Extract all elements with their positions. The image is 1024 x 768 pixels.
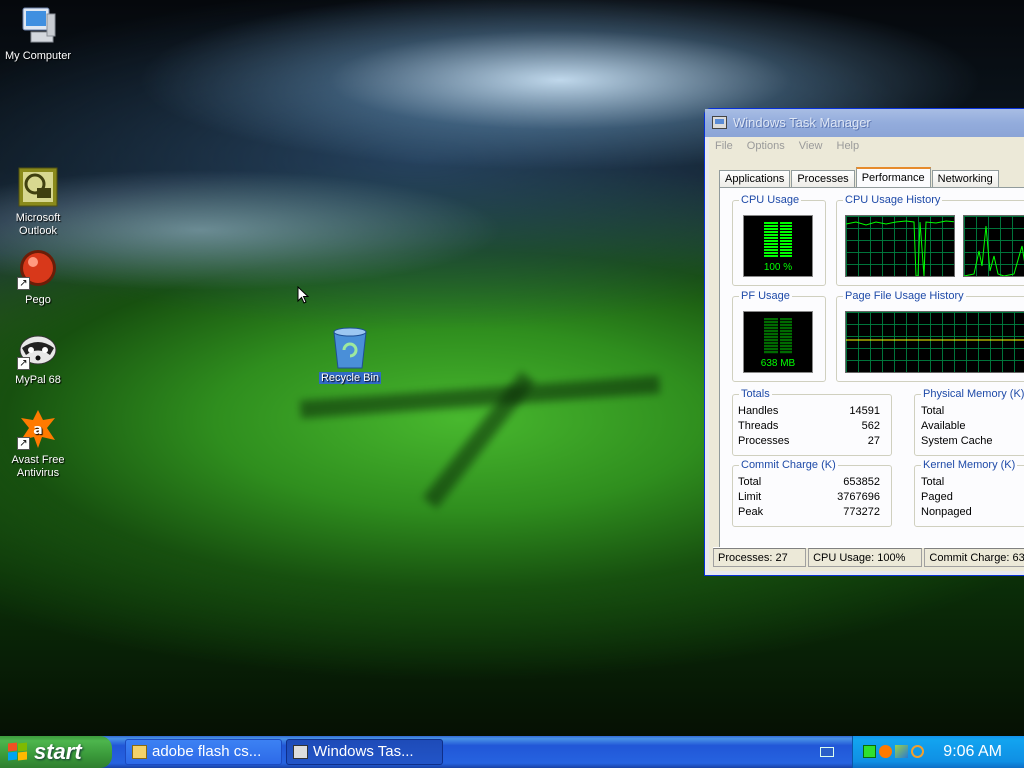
title-bar[interactable]: Windows Task Manager — [705, 109, 1024, 137]
window-body: File Options View Help Applications Proc… — [709, 137, 1024, 571]
kernel-memory-list: Total Paged Nonpaged — [921, 475, 1021, 520]
kernel-memory-row: Paged — [921, 491, 953, 503]
windows-logo-icon — [8, 742, 28, 761]
pf-usage-group: PF Usage 638 MB — [732, 290, 826, 382]
pf-history-group: Page File Usage History — [836, 290, 1024, 382]
status-cpu-usage: CPU Usage: 100% — [808, 548, 923, 567]
desktop-icon-label: Recycle Bin — [318, 372, 382, 384]
performance-panel: CPU Usage 100 % CPU Usage History PF Usa… — [719, 187, 1024, 567]
start-button[interactable]: start — [0, 736, 112, 768]
folder-icon — [132, 745, 147, 759]
desktop-icon-outlook[interactable]: Microsoft Outlook — [0, 166, 76, 238]
desktop-icon-label: Pego — [25, 294, 51, 306]
cpu-usage-group: CPU Usage 100 % — [732, 194, 826, 286]
physical-memory-row: Total — [921, 405, 945, 417]
pf-history-graph — [845, 311, 1024, 373]
svg-text:a: a — [33, 422, 42, 438]
shortcut-arrow-icon: ↗ — [17, 357, 30, 370]
desktop-icon-my-computer[interactable]: My Computer — [0, 4, 76, 63]
cpu-history-group: CPU Usage History — [836, 194, 1024, 286]
window-title: Windows Task Manager — [733, 115, 871, 130]
task-manager-icon — [293, 745, 308, 759]
taskbar-button-task-manager[interactable]: Windows Tas... — [286, 739, 443, 765]
desktop-icon-mypal[interactable]: ↗ MyPal 68 — [0, 328, 76, 387]
tab-performance[interactable]: Performance — [855, 167, 931, 188]
kernel-memory-row: Nonpaged — [921, 506, 972, 518]
group-label: CPU Usage — [739, 194, 802, 206]
computer-icon — [17, 4, 59, 46]
group-label: Page File Usage History — [843, 290, 966, 302]
totals-processes-row: Processes 27 — [738, 435, 880, 447]
group-label: Commit Charge (K) — [739, 459, 838, 471]
taskbar-button-adobe-flash[interactable]: adobe flash cs... — [125, 739, 282, 765]
pf-usage-meter: 638 MB — [743, 311, 813, 373]
start-label: start — [34, 739, 82, 764]
pf-usage-value: 638 MB — [760, 358, 796, 369]
tab-applications[interactable]: Applications — [719, 170, 791, 188]
cpu-usage-bar — [764, 222, 792, 258]
status-bar: Processes: 27 CPU Usage: 100% Commit Cha… — [713, 547, 1024, 567]
cpu-usage-meter: 100 % — [743, 215, 813, 277]
physical-memory-row: System Cache — [921, 435, 993, 447]
taskbar-button-label: Windows Tas... — [313, 743, 414, 760]
group-label: Totals — [739, 388, 772, 400]
clock[interactable]: 9:06 AM — [943, 736, 1002, 768]
physical-memory-list: Total Available System Cache — [921, 404, 1021, 449]
mypal-icon: ↗ — [17, 328, 59, 370]
totals-threads-row: Threads 562 — [738, 420, 880, 432]
menu-options[interactable]: Options — [747, 140, 785, 152]
cpu-history-graph-core2 — [963, 215, 1024, 277]
tab-processes[interactable]: Processes — [791, 170, 855, 188]
menu-bar: File Options View Help — [709, 137, 1024, 156]
status-commit-charge: Commit Charge: 63 — [924, 548, 1024, 567]
physical-memory-row: Available — [921, 420, 966, 432]
search-tray-icon[interactable] — [911, 745, 924, 758]
pf-usage-bar — [764, 318, 792, 354]
commit-charge-list: Total 653852 Limit 3767696 Peak 773272 — [738, 475, 880, 520]
kernel-memory-row: Total — [921, 476, 945, 488]
group-label: Physical Memory (K) — [921, 388, 1024, 400]
avast-icon: a ↗ — [17, 408, 59, 450]
tab-networking[interactable]: Networking — [931, 170, 999, 188]
system-tray: 9:06 AM — [852, 736, 1024, 768]
avast-tray-icon[interactable] — [879, 745, 892, 758]
mouse-cursor-icon — [297, 285, 310, 307]
network-tray-icon[interactable] — [895, 745, 908, 758]
desktop-icon-label: My Computer — [4, 50, 72, 62]
taskbar: start adobe flash cs... Windows Tas... 9… — [0, 736, 1024, 768]
group-label: PF Usage — [739, 290, 792, 302]
desktop-icon-label: Microsoft Outlook — [15, 212, 61, 237]
desktop-icon-pego[interactable]: ↗ Pego — [0, 248, 76, 307]
totals-list: Handles 14591 Threads 562 Processes 27 — [738, 404, 880, 449]
menu-help[interactable]: Help — [837, 140, 860, 152]
green-status-icon[interactable] — [863, 745, 876, 758]
task-manager-window[interactable]: Windows Task Manager File Options View H… — [704, 108, 1024, 576]
status-processes: Processes: 27 — [713, 548, 807, 567]
menu-view[interactable]: View — [799, 140, 823, 152]
outlook-icon — [17, 166, 59, 208]
desktop-icon-avast[interactable]: a ↗ Avast Free Antivirus — [0, 408, 76, 480]
pego-icon: ↗ — [17, 248, 59, 290]
shortcut-arrow-icon: ↗ — [17, 277, 30, 290]
shortcut-arrow-icon: ↗ — [17, 437, 30, 450]
totals-handles-row: Handles 14591 — [738, 405, 880, 417]
cpu-history-graph-core1 — [845, 215, 955, 277]
tab-strip: Applications Processes Performance Netwo… — [719, 167, 1000, 188]
task-manager-icon — [712, 116, 727, 129]
commit-peak-row: Peak 773272 — [738, 506, 880, 518]
desktop-icon-label: Avast Free Antivirus — [11, 454, 65, 479]
commit-total-row: Total 653852 — [738, 476, 880, 488]
menu-file[interactable]: File — [715, 140, 733, 152]
taskbar-button-label: adobe flash cs... — [152, 743, 262, 760]
commit-limit-row: Limit 3767696 — [738, 491, 880, 503]
group-label: Kernel Memory (K) — [921, 459, 1018, 471]
cpu-usage-value: 100 % — [763, 262, 793, 273]
keyboard-layout-icon[interactable] — [820, 747, 834, 757]
recycle-bin-icon — [329, 326, 371, 369]
desktop-icon-label: MyPal 68 — [15, 374, 61, 386]
group-label: CPU Usage History — [843, 194, 943, 206]
desktop-icon-recycle-bin[interactable]: Recycle Bin — [312, 326, 388, 385]
